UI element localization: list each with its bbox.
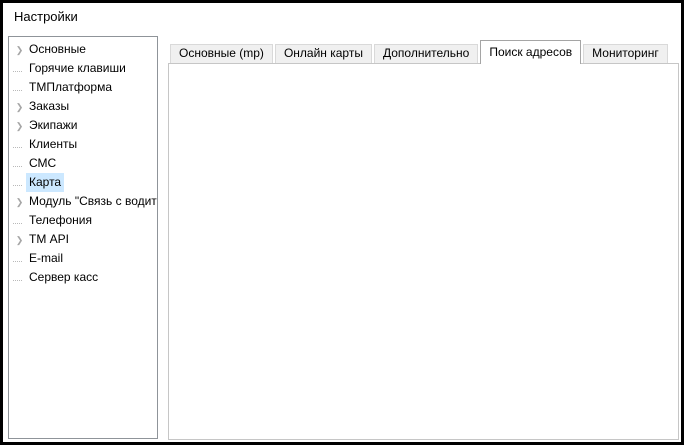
- sidebar-item-label: Основные: [26, 40, 89, 59]
- tree-connector: [13, 185, 22, 186]
- sidebar-item-osnovnye[interactable]: ❯Основные: [12, 40, 157, 59]
- tab-osnovnye-mp[interactable]: Основные (mp): [170, 44, 273, 63]
- tab-bar: Основные (mp) Онлайн карты Дополнительно…: [170, 40, 670, 64]
- tree-connector: [13, 147, 22, 148]
- settings-tree: ❯Основные Горячие клавиши ТМПлатформа ❯З…: [8, 36, 158, 439]
- sidebar-item-goryachie-klavishi[interactable]: Горячие клавиши: [12, 59, 157, 78]
- sidebar-item-label: ТМ API: [26, 230, 72, 249]
- chevron-right-icon[interactable]: ❯: [16, 121, 24, 131]
- sidebar-item-label: Модуль "Связь с водителя: [26, 192, 157, 211]
- chevron-right-icon[interactable]: ❯: [16, 45, 24, 55]
- sidebar-item-telefoniya[interactable]: Телефония: [12, 211, 157, 230]
- sidebar-item-tm-api[interactable]: ❯ТМ API: [12, 230, 157, 249]
- sidebar-item-label: Телефония: [26, 211, 95, 230]
- tree-connector: [13, 261, 22, 262]
- settings-window: Настройки ❯Основные Горячие клавиши ТМПл…: [0, 0, 684, 445]
- chevron-right-icon[interactable]: ❯: [16, 197, 24, 207]
- tab-poisk-adresov[interactable]: Поиск адресов: [480, 40, 581, 64]
- sidebar-item-modul-svyaz[interactable]: ❯Модуль "Связь с водителя: [12, 192, 157, 211]
- tree-connector: [13, 166, 22, 167]
- sidebar-item-klienty[interactable]: Клиенты: [12, 135, 157, 154]
- tree-connector: [13, 223, 22, 224]
- window-title: Настройки: [14, 9, 78, 24]
- sidebar-item-label: ТМПлатформа: [26, 78, 115, 97]
- tree-connector: [13, 71, 22, 72]
- sidebar-item-server-kass[interactable]: Сервер касс: [12, 268, 157, 287]
- sidebar-item-email[interactable]: E-mail: [12, 249, 157, 268]
- tab-monitoring[interactable]: Мониторинг: [583, 44, 668, 63]
- tab-page-poisk-adresov: [168, 63, 679, 440]
- sidebar-item-label: Сервер касс: [26, 268, 101, 287]
- tab-onlain-karty[interactable]: Онлайн карты: [275, 44, 372, 63]
- tree-list: ❯Основные Горячие клавиши ТМПлатформа ❯З…: [9, 40, 157, 287]
- chevron-right-icon[interactable]: ❯: [16, 235, 24, 245]
- tree-connector: [13, 90, 22, 91]
- sidebar-item-label: Заказы: [26, 97, 72, 116]
- sidebar-item-label: СМС: [26, 154, 59, 173]
- tab-dopolnitelno[interactable]: Дополнительно: [374, 44, 478, 63]
- sidebar-item-karta[interactable]: Карта: [12, 173, 157, 192]
- sidebar-item-label: Клиенты: [26, 135, 80, 154]
- sidebar-item-label: Экипажи: [26, 116, 80, 135]
- chevron-right-icon[interactable]: ❯: [16, 102, 24, 112]
- tree-connector: [13, 280, 22, 281]
- sidebar-item-label: Горячие клавиши: [26, 59, 129, 78]
- sidebar-item-tmplatforma[interactable]: ТМПлатформа: [12, 78, 157, 97]
- sidebar-item-sms[interactable]: СМС: [12, 154, 157, 173]
- sidebar-item-ekipazhi[interactable]: ❯Экипажи: [12, 116, 157, 135]
- sidebar-item-label: Карта: [26, 173, 64, 192]
- sidebar-item-label: E-mail: [26, 249, 66, 268]
- sidebar-item-zakazy[interactable]: ❯Заказы: [12, 97, 157, 116]
